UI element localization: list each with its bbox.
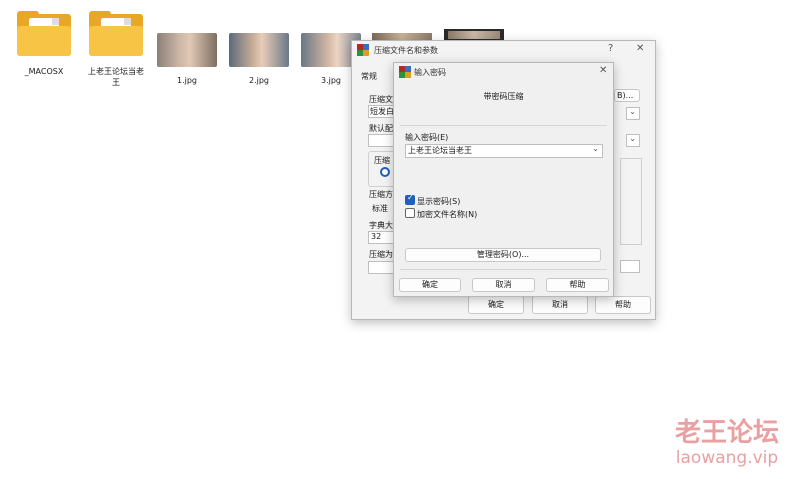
- file-name: 2.jpg: [248, 76, 269, 85]
- checkbox-checked-icon: [405, 193, 415, 205]
- encrypt-names-checkbox[interactable]: 加密文件名称(N): [405, 208, 477, 220]
- update-mode-field[interactable]: ⌄: [626, 107, 640, 120]
- file-item-2jpg[interactable]: 2.jpg: [224, 10, 294, 86]
- show-password-checkbox[interactable]: 显示密码(S): [405, 193, 460, 207]
- ok-button[interactable]: 确定: [399, 278, 461, 292]
- watermark-url: laowang.vip: [675, 448, 779, 468]
- password-input[interactable]: 上老王论坛当老王 ⌄: [405, 144, 603, 158]
- dialog-title: 输入密码: [414, 68, 446, 77]
- ok-button[interactable]: 确定: [468, 296, 524, 314]
- title-bar: 输入密码 ✕: [394, 63, 613, 81]
- password-dialog: 输入密码 ✕ 带密码压缩 输入密码(E) 上老王论坛当老王 ⌄ 显示密码(S) …: [393, 62, 614, 297]
- divider: [400, 125, 607, 126]
- dialog-heading: 带密码压缩: [483, 92, 524, 101]
- watermark: 老王论坛 laowang.vip: [662, 418, 792, 468]
- archiving-options-group: [620, 158, 642, 245]
- dictionary-size-label: 字典大: [369, 221, 393, 230]
- file-item-macosx[interactable]: _MACOSX: [9, 10, 79, 77]
- file-item-folder-laowang[interactable]: 上老王论坛当老王: [81, 10, 151, 88]
- split-volumes-field[interactable]: [368, 261, 396, 274]
- chevron-down-icon: ⌄: [629, 107, 636, 116]
- right-field[interactable]: [620, 260, 640, 273]
- cancel-button[interactable]: 取消: [532, 296, 588, 314]
- watermark-title: 老王论坛: [674, 418, 779, 448]
- compression-method-value[interactable]: 标准: [372, 203, 388, 214]
- browse-button[interactable]: B)...: [614, 89, 640, 102]
- file-name: 上老王论坛当老王: [88, 67, 144, 87]
- image-thumbnail: [157, 33, 217, 67]
- winrar-icon: [357, 44, 369, 56]
- manage-passwords-button[interactable]: 管理密码(O)...: [405, 248, 601, 262]
- password-label: 输入密码(E): [405, 133, 449, 142]
- image-thumbnail: [229, 33, 289, 67]
- compression-method-label: 压缩方: [369, 190, 393, 199]
- winrar-icon: [399, 66, 411, 78]
- tab-general[interactable]: 常规: [361, 71, 377, 82]
- file-name: _MACOSX: [24, 67, 64, 76]
- file-item-1jpg[interactable]: 1.jpg: [152, 10, 222, 86]
- split-volumes-label: 压缩为: [369, 250, 393, 259]
- dictionary-size-field[interactable]: 32: [368, 231, 396, 244]
- default-profile-label: 默认配: [369, 124, 393, 133]
- folder-icon: [15, 10, 73, 58]
- close-icon[interactable]: ✕: [636, 43, 644, 54]
- archive-name-label: 压缩文: [369, 95, 393, 104]
- checkbox-unchecked-icon: [405, 208, 415, 218]
- format-radio[interactable]: [380, 167, 390, 178]
- dialog-title: 压缩文件名和参数: [374, 46, 438, 55]
- help-button[interactable]: 帮助: [595, 296, 651, 314]
- cancel-button[interactable]: 取消: [472, 278, 535, 292]
- folder-icon: [87, 10, 145, 58]
- archive-options-field[interactable]: ⌄: [626, 134, 640, 147]
- chevron-down-icon: ⌄: [629, 134, 636, 143]
- divider: [400, 269, 607, 270]
- help-button[interactable]: 帮助: [546, 278, 609, 292]
- close-icon[interactable]: ✕: [599, 65, 607, 76]
- title-bar: 压缩文件名和参数 ? ✕: [352, 41, 655, 59]
- chevron-down-icon[interactable]: ⌄: [592, 144, 599, 153]
- file-name: 1.jpg: [176, 76, 197, 85]
- help-icon[interactable]: ?: [608, 43, 613, 54]
